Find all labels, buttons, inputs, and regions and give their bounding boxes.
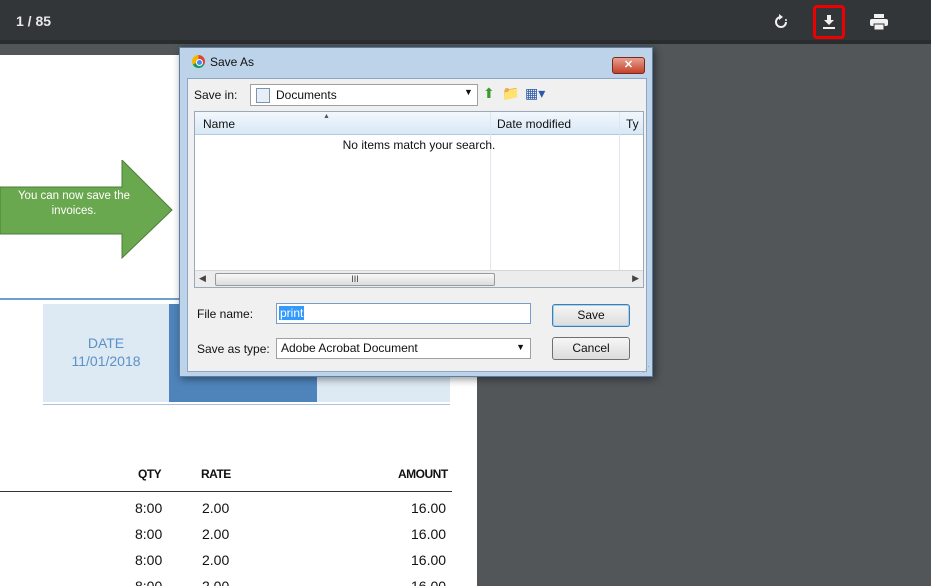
download-icon — [823, 15, 835, 29]
rotate-button[interactable] — [768, 9, 794, 35]
divider — [43, 404, 450, 405]
cell-rate: 2.00 — [202, 578, 230, 586]
scroll-left-icon[interactable]: ◀ — [199, 273, 206, 284]
table-header-rule — [0, 491, 452, 492]
cell-rate: 2.00 — [202, 526, 230, 542]
cell-qty: 8:00 — [135, 526, 163, 542]
callout-text: You can now save the invoices. — [17, 190, 131, 217]
column-header-rate: RATE — [201, 467, 231, 481]
file-name-value: print — [279, 306, 305, 320]
cell-qty: 8:00 — [135, 500, 163, 516]
cell-amount: 16.00 — [411, 578, 447, 586]
file-name-label: File name: — [197, 307, 254, 321]
cell-amount: 16.00 — [411, 526, 447, 542]
pdf-toolbar: 1 / 85 — [0, 0, 931, 44]
column-header-name[interactable]: Name — [203, 117, 235, 131]
column-header-date-modified[interactable]: Date modified — [497, 117, 571, 131]
date-value: 11/01/2018 — [71, 353, 141, 369]
close-button[interactable]: ✕ — [612, 57, 645, 74]
cancel-button[interactable]: Cancel — [552, 337, 630, 360]
column-header-amount: AMOUNT — [398, 467, 448, 481]
documents-folder-icon — [256, 88, 270, 103]
file-list-header: ▲ Name Date modified Ty — [195, 112, 643, 135]
up-folder-icon[interactable]: ⬆ — [483, 85, 495, 102]
save-as-type-dropdown[interactable]: Adobe Acrobat Document ▼ — [276, 338, 531, 359]
resize-grip[interactable]: ⋰ — [642, 365, 650, 374]
scroll-thumb[interactable]: III — [215, 273, 495, 286]
save-as-type-value: Adobe Acrobat Document — [281, 341, 418, 355]
save-in-dropdown[interactable]: Documents ▼ — [250, 84, 478, 106]
cell-amount: 16.00 — [411, 552, 447, 568]
empty-message: No items match your search. — [342, 138, 496, 152]
print-button[interactable] — [866, 9, 892, 35]
cell-rate: 2.00 — [202, 500, 230, 516]
chevron-down-icon: ▼ — [516, 342, 525, 352]
chrome-icon — [192, 55, 205, 68]
save-in-label: Save in: — [194, 88, 238, 102]
file-name-input[interactable]: print — [276, 303, 531, 324]
dialog-title: Save As — [210, 55, 255, 69]
save-button[interactable]: Save — [552, 304, 630, 327]
scroll-right-icon[interactable]: ▶ — [632, 273, 639, 284]
horizontal-scrollbar[interactable]: ◀ III ▶ — [195, 270, 643, 287]
print-icon — [870, 14, 888, 30]
cell-qty: 8:00 — [135, 578, 163, 586]
save-as-dialog: Save As ✕ Save in: Documents ▼ ⬆ 📁 ▦▾ ▲ … — [179, 47, 653, 377]
sort-ascending-icon: ▲ — [323, 113, 330, 120]
column-header-type[interactable]: Ty — [626, 117, 643, 131]
file-list[interactable]: ▲ Name Date modified Ty No items match y… — [194, 111, 644, 288]
page-count: 1 / 85 — [16, 13, 52, 29]
column-header-qty: QTY — [138, 467, 162, 481]
save-in-value: Documents — [276, 88, 337, 102]
date-label: DATE — [87, 335, 125, 351]
save-as-type-label: Save as type: — [197, 342, 270, 356]
cell-rate: 2.00 — [202, 552, 230, 568]
chevron-down-icon: ▼ — [464, 87, 473, 97]
new-folder-icon[interactable]: 📁 — [502, 85, 519, 102]
view-menu-icon[interactable]: ▦▾ — [525, 85, 545, 102]
download-button[interactable] — [813, 5, 845, 39]
cell-qty: 8:00 — [135, 552, 163, 568]
cell-amount: 16.00 — [411, 500, 447, 516]
rotate-icon — [775, 14, 787, 28]
